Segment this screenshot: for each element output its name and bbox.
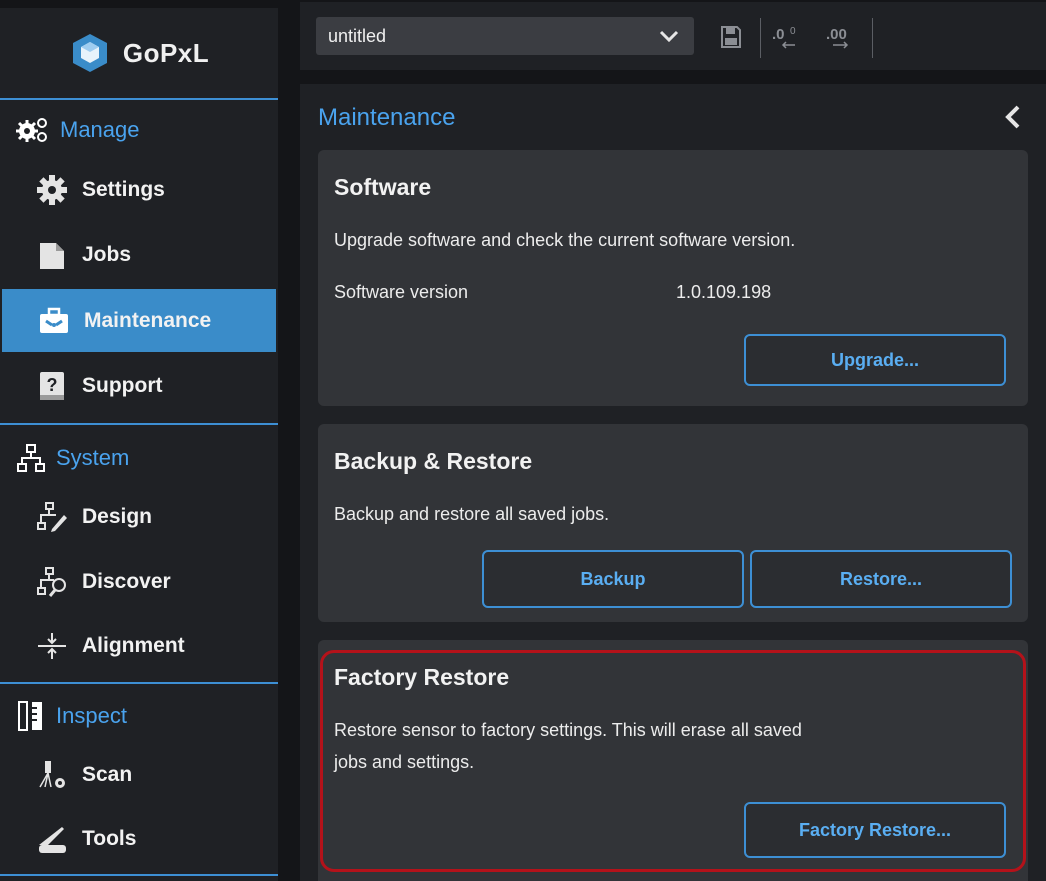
toolbox-icon	[38, 305, 70, 337]
svg-text:0: 0	[790, 26, 796, 37]
nav-alignment[interactable]: Alignment	[0, 614, 278, 677]
section-inspect[interactable]: Inspect	[16, 694, 127, 738]
increase-decimals-icon: .00	[826, 26, 849, 49]
toolbar-divider	[872, 18, 873, 58]
toolbar: untitled .0 0 .00	[300, 2, 1046, 70]
divider	[0, 423, 278, 425]
software-description: Upgrade software and check the current s…	[334, 230, 796, 250]
backup-restore-card: Backup & Restore Backup and restore all …	[318, 424, 1028, 622]
tools-knife-icon	[36, 823, 68, 855]
design-pencil-icon	[36, 501, 68, 533]
gears-icon	[16, 118, 47, 142]
nav-support[interactable]: ? Support	[0, 354, 278, 417]
decrease-decimals-icon: .0 0	[772, 26, 796, 49]
svg-text:.00: .00	[826, 26, 847, 43]
sidebar: GoPxL Manage Settings Jobs Maintenance ?	[0, 8, 278, 881]
divider	[0, 874, 278, 876]
scan-icon	[36, 759, 68, 791]
section-manage[interactable]: Manage	[16, 108, 140, 152]
nav-support-label: Support	[82, 373, 163, 397]
discover-search-icon	[36, 566, 68, 598]
software-version-label: Software version	[334, 282, 469, 302]
svg-text:.0: .0	[772, 26, 785, 43]
upgrade-button[interactable]: Upgrade...	[744, 334, 1006, 386]
inspect-ruler-icon	[18, 701, 42, 731]
nav-scan-label: Scan	[82, 762, 133, 786]
divider	[0, 682, 278, 684]
app-logo: GoPxL	[0, 8, 278, 98]
section-inspect-label: Inspect	[56, 703, 127, 728]
job-select-value: untitled	[328, 25, 387, 46]
gopxl-logo-icon	[72, 34, 107, 72]
page-title: Maintenance	[318, 104, 456, 131]
backup-restore-title: Backup & Restore	[334, 448, 533, 474]
save-button[interactable]	[716, 22, 746, 52]
focus-highlight-outline	[320, 650, 1026, 872]
nav-alignment-label: Alignment	[82, 633, 185, 657]
gear-icon	[36, 174, 68, 206]
software-card: Software Upgrade software and check the …	[318, 150, 1028, 406]
maintenance-panel: Maintenance Software Upgrade software an…	[300, 84, 1046, 881]
nav-discover[interactable]: Discover	[0, 550, 278, 613]
section-system[interactable]: System	[16, 436, 129, 480]
restore-button[interactable]: Restore...	[750, 550, 1012, 608]
network-icon	[17, 444, 45, 472]
nav-scan[interactable]: Scan	[0, 743, 278, 806]
chevron-down-icon	[659, 30, 679, 43]
nav-jobs[interactable]: Jobs	[0, 223, 278, 286]
backup-restore-description: Backup and restore all saved jobs.	[334, 504, 610, 524]
increase-decimals-button[interactable]: .00	[824, 22, 856, 52]
nav-design-label: Design	[82, 504, 153, 528]
decrease-decimals-button[interactable]: .0 0	[770, 22, 802, 52]
nav-maintenance[interactable]: Maintenance	[2, 289, 276, 352]
section-manage-label: Manage	[60, 117, 140, 142]
alignment-icon	[36, 630, 68, 662]
nav-settings[interactable]: Settings	[0, 158, 278, 221]
nav-tools[interactable]: Tools	[0, 807, 278, 870]
software-title: Software	[334, 174, 432, 200]
software-version-value: 1.0.109.198	[676, 282, 772, 302]
app-name: GoPxL	[122, 37, 210, 68]
nav-settings-label: Settings	[82, 177, 165, 201]
nav-design[interactable]: Design	[0, 485, 278, 548]
job-select[interactable]: untitled	[316, 17, 694, 55]
toolbar-divider	[760, 18, 761, 58]
divider	[0, 98, 278, 100]
document-icon	[36, 239, 68, 271]
save-icon	[721, 26, 741, 48]
nav-maintenance-label: Maintenance	[84, 308, 212, 332]
nav-jobs-label: Jobs	[82, 242, 132, 266]
nav-discover-label: Discover	[82, 569, 171, 593]
svg-text:?: ?	[47, 375, 58, 395]
section-system-label: System	[56, 445, 130, 470]
backup-button[interactable]: Backup	[482, 550, 744, 608]
nav-tools-label: Tools	[82, 826, 137, 850]
help-book-icon: ?	[36, 370, 68, 402]
collapse-chevron-left-icon[interactable]	[1004, 104, 1022, 130]
